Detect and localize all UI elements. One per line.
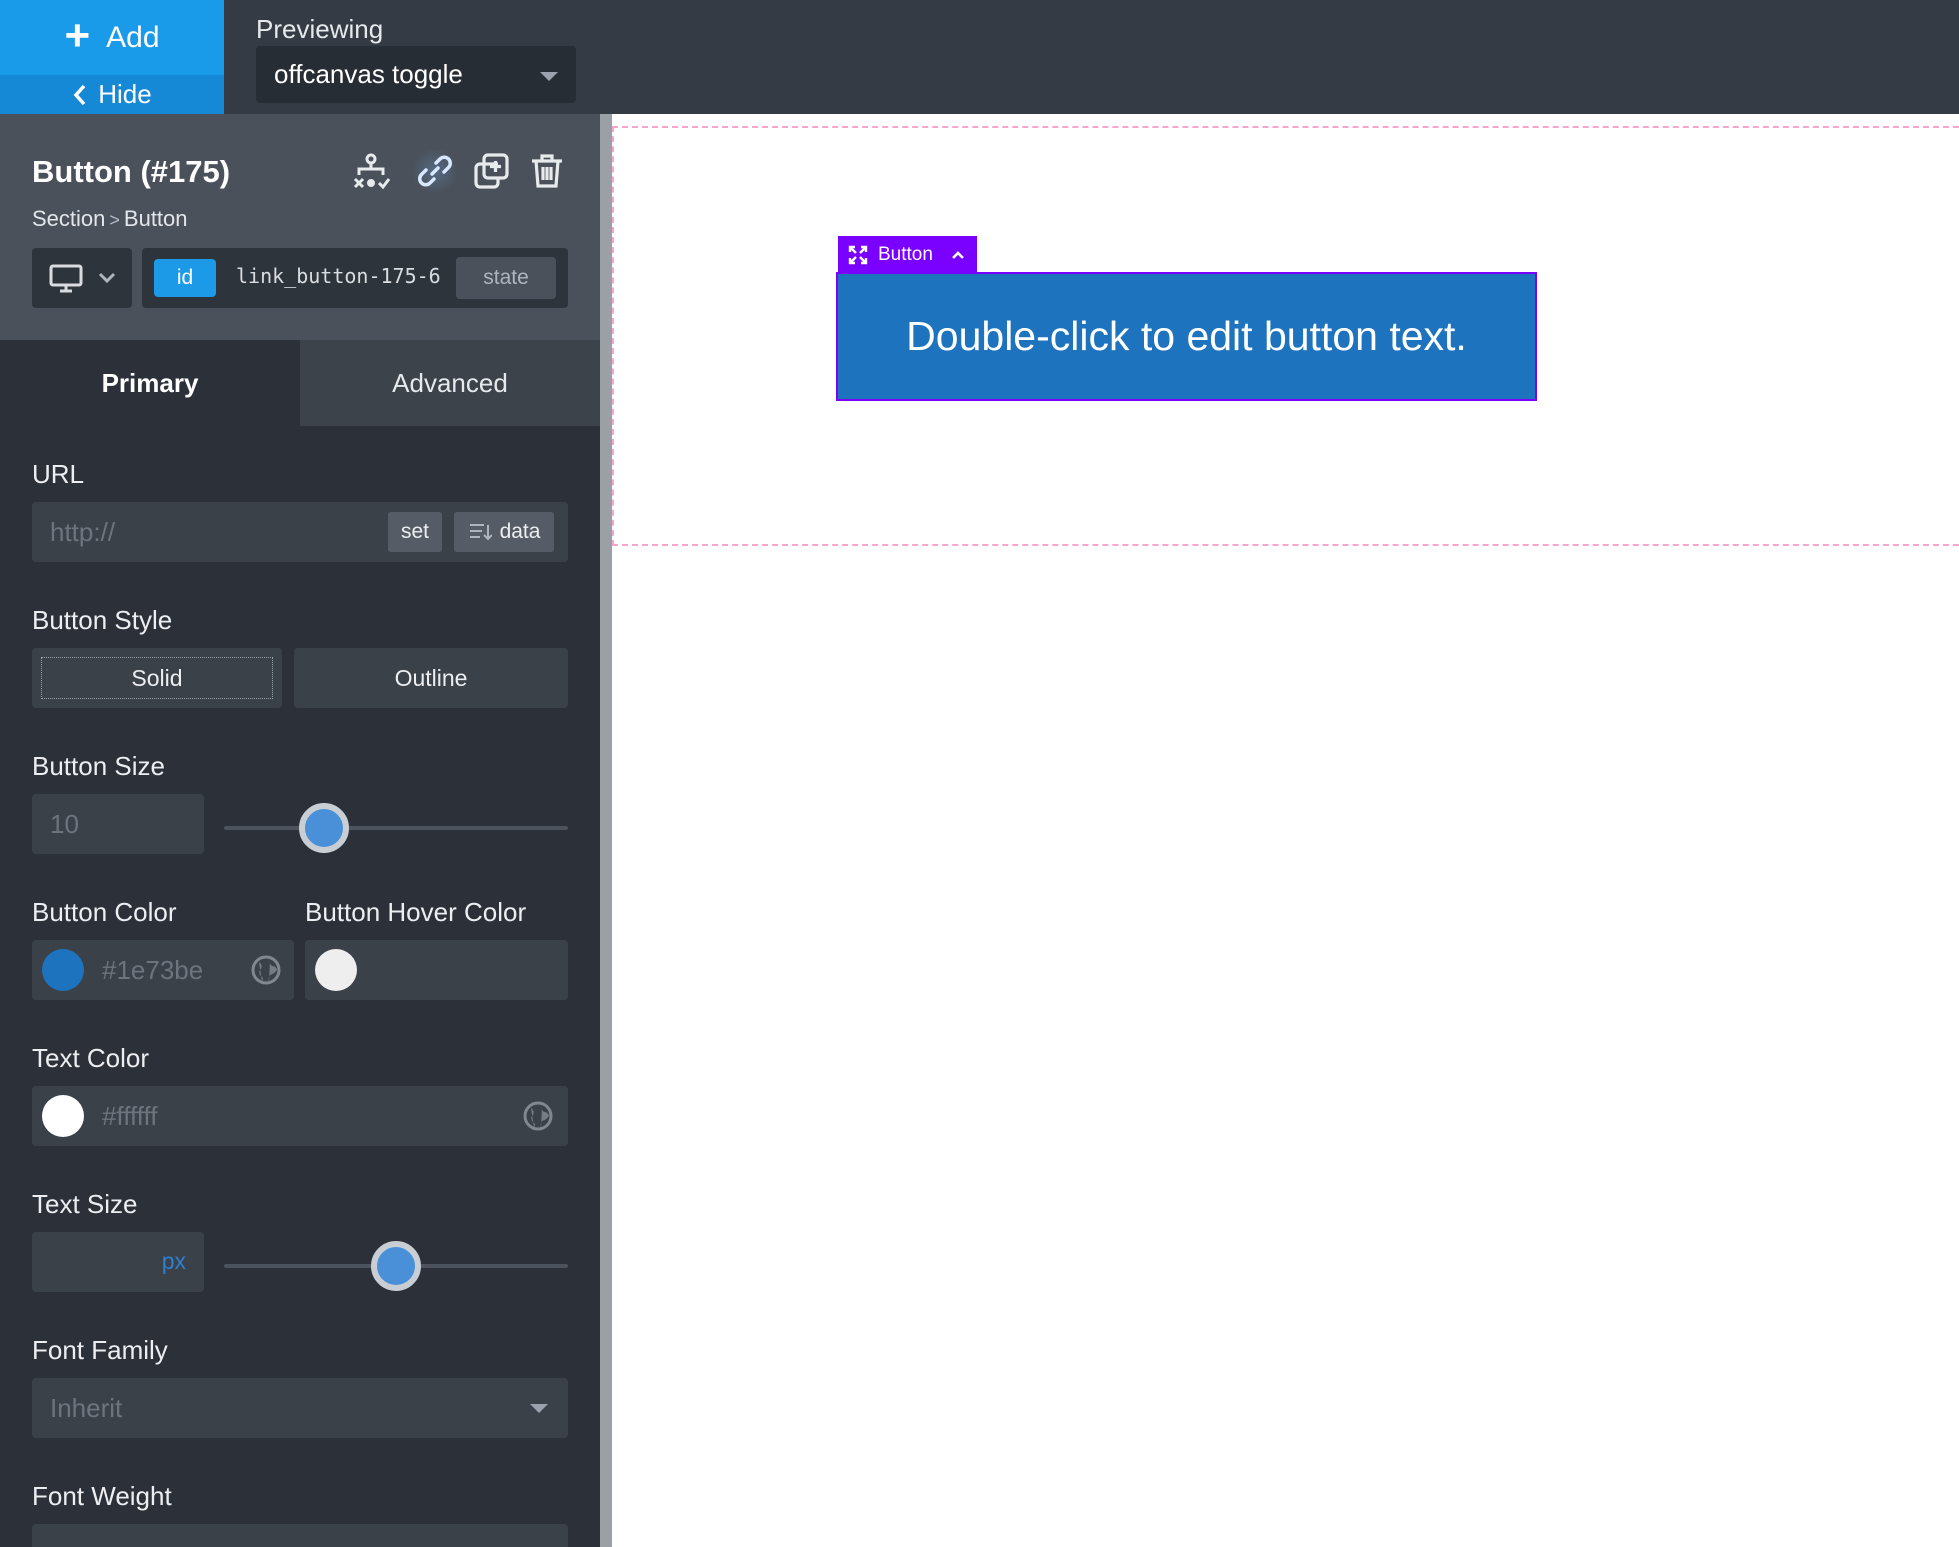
button-color-value: #1e73be — [102, 955, 204, 985]
globe-icon[interactable] — [522, 1100, 554, 1132]
breadcrumb-parent[interactable]: Section — [32, 206, 105, 231]
breadcrumb-current: Button — [123, 206, 188, 231]
button-style-label: Button Style — [32, 605, 173, 635]
id-badge[interactable]: id — [154, 259, 216, 297]
font-weight-label: Font Weight — [32, 1481, 172, 1511]
dynamic-data-icon — [469, 524, 492, 541]
button-preview[interactable]: Double-click to edit button text. — [836, 272, 1537, 401]
url-data-label: data — [499, 520, 541, 543]
structure-icon[interactable] — [348, 148, 394, 194]
element-title: Button (#175) — [32, 154, 231, 189]
url-set-button[interactable]: set — [388, 512, 442, 552]
button-color-label: Button Color — [32, 897, 177, 927]
sidebar-resize-handle[interactable] — [600, 114, 612, 1547]
button-size-label: Button Size — [32, 751, 165, 781]
move-icon[interactable] — [848, 245, 868, 265]
tab-primary[interactable]: Primary — [0, 340, 300, 426]
button-hover-color-label: Button Hover Color — [305, 897, 527, 927]
button-style-solid[interactable]: Solid — [32, 648, 282, 708]
button-size-slider-track[interactable] — [224, 826, 568, 830]
text-size-slider-thumb[interactable] — [371, 1241, 421, 1291]
button-hover-color-swatch[interactable] — [315, 949, 357, 991]
text-size-unit[interactable]: px — [162, 1248, 186, 1275]
chevron-left-icon — [72, 84, 88, 106]
state-button[interactable]: state — [456, 257, 556, 299]
button-size-input[interactable]: 10 — [32, 794, 204, 854]
element-tag[interactable]: Button — [838, 236, 977, 274]
preview-select[interactable]: offcanvas toggle — [256, 46, 576, 103]
add-button[interactable]: + Add — [0, 0, 224, 75]
url-placeholder: http:// — [50, 517, 116, 547]
font-family-label: Font Family — [32, 1335, 168, 1365]
button-style-outline[interactable]: Outline — [294, 648, 568, 708]
text-color-input[interactable]: #ffffff — [32, 1086, 568, 1146]
top-bar: + Add Hide Previewing offcanvas toggle — [0, 0, 1959, 114]
preview-select-value: offcanvas toggle — [274, 59, 463, 89]
text-size-label: Text Size — [32, 1189, 138, 1219]
button-color-input[interactable]: #1e73be — [32, 940, 294, 1000]
breadcrumb-separator: > — [109, 210, 120, 230]
text-size-input[interactable]: px — [32, 1232, 204, 1292]
breadcrumb: Section > Button — [32, 206, 188, 232]
font-family-select[interactable]: Inherit — [32, 1378, 568, 1438]
button-style-outline-label: Outline — [394, 664, 468, 691]
button-size-value: 10 — [50, 809, 79, 839]
button-hover-color-input[interactable] — [305, 940, 568, 1000]
chevron-down-icon — [98, 272, 116, 284]
font-family-value: Inherit — [50, 1393, 123, 1423]
text-color-value: #ffffff — [102, 1101, 158, 1131]
font-weight-select[interactable] — [32, 1524, 568, 1547]
globe-icon[interactable] — [250, 954, 282, 986]
trash-icon[interactable] — [524, 148, 570, 194]
chevron-up-icon[interactable] — [951, 250, 965, 260]
url-data-button[interactable]: data — [454, 512, 554, 552]
link-icon[interactable] — [412, 148, 458, 194]
device-select[interactable] — [32, 248, 132, 308]
properties-panel: Button (#175) Section > Button id link_b… — [0, 114, 600, 1547]
add-button-label: Add — [106, 20, 160, 54]
text-color-swatch[interactable] — [42, 1095, 84, 1137]
id-selector: id link_button-175-6 state — [142, 248, 568, 308]
button-size-slider-thumb[interactable] — [298, 803, 349, 853]
duplicate-icon[interactable] — [468, 148, 514, 194]
tab-bar: Primary Advanced — [0, 340, 600, 426]
text-color-label: Text Color — [32, 1043, 150, 1073]
element-tag-label: Button — [878, 244, 933, 265]
url-label: URL — [32, 459, 85, 489]
id-value[interactable]: link_button-175-6 — [236, 264, 441, 288]
focus-ring — [41, 657, 273, 699]
caret-down-icon — [540, 72, 558, 81]
panel-header: Button (#175) Section > Button id link_b… — [0, 114, 600, 340]
caret-down-icon — [530, 1404, 548, 1413]
builder-canvas: Button Double-click to edit button text. — [612, 114, 1959, 1547]
plus-icon: + — [64, 10, 91, 60]
tab-advanced[interactable]: Advanced — [300, 340, 600, 426]
button-color-swatch[interactable] — [42, 949, 84, 991]
hide-button[interactable]: Hide — [0, 75, 224, 114]
previewing-label: Previewing — [256, 14, 384, 44]
desktop-icon — [49, 264, 83, 293]
url-input[interactable]: http:// set data — [32, 502, 568, 562]
hide-button-label: Hide — [98, 79, 152, 109]
